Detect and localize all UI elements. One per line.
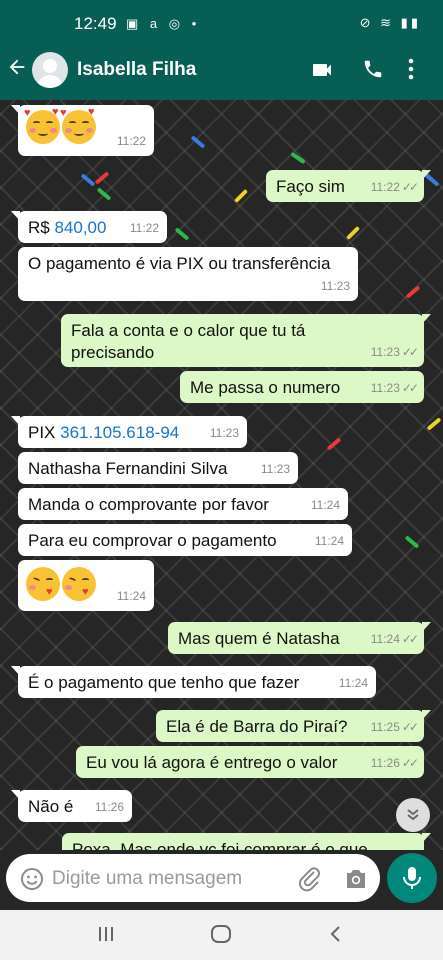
message-input-placeholder[interactable]: Digite uma mensagem — [52, 868, 242, 890]
emoji-icon[interactable] — [20, 867, 44, 896]
message-time: 11:24 — [338, 676, 368, 690]
wallpaper-confetti — [190, 135, 206, 149]
message-time: 11:24 — [314, 534, 344, 548]
incoming-message[interactable]: Para eu comprovar o pagamento 11:24 — [18, 524, 352, 556]
outgoing-message[interactable]: Fala a conta e o calor que tu tá precisa… — [61, 314, 431, 367]
incoming-message[interactable]: Manda o comprovante por favor 11:24 — [18, 488, 348, 520]
smiling-face-with-hearts-icon: ♥ ♥ — [60, 107, 96, 144]
incoming-emoji-message[interactable]: ♥ ♥ ♥ ♥ 11:22 — [11, 105, 154, 156]
message-text: Não é — [28, 797, 74, 816]
message-text: Nathasha Fernandini Silva — [28, 459, 228, 478]
message-text: Fala a conta e o calor que tu tá precisa… — [71, 321, 306, 362]
incoming-message[interactable]: É o pagamento que tenho que fazer 11:24 — [11, 666, 376, 698]
scroll-to-bottom-button[interactable] — [396, 798, 430, 832]
message-text: Poxa. Mas onde vc foi comprar é o que — [72, 840, 368, 850]
incoming-emoji-message[interactable]: ♥ ♥ 11:24 — [18, 560, 154, 611]
message-input[interactable]: Digite uma mensagem — [6, 854, 380, 902]
recent-apps-icon[interactable] — [97, 925, 115, 948]
face-blowing-a-kiss-icon: ♥ — [62, 567, 96, 601]
voice-message-button[interactable] — [387, 853, 437, 903]
outgoing-message[interactable]: Me passa o numero 11:23 ✓✓ — [180, 371, 424, 403]
wallpaper-confetti — [290, 151, 306, 165]
outgoing-message[interactable]: Mas quem é Natasha 11:24 ✓✓ — [168, 622, 431, 654]
incoming-message[interactable]: PIX 361.105.618-94 11:23 — [11, 416, 247, 448]
attach-clip-icon[interactable] — [298, 866, 322, 897]
message-text: Ela é de Barra do Piraí? — [166, 717, 348, 736]
message-time: 11:26 — [370, 756, 400, 770]
message-time: 11:23 — [320, 279, 350, 293]
wallpaper-confetti — [426, 417, 442, 431]
microphone-icon — [403, 867, 421, 889]
amount-link[interactable]: 840,00 — [54, 218, 106, 237]
read-receipt-icon: ✓✓ — [401, 381, 419, 395]
read-receipt-icon: ✓✓ — [401, 720, 419, 734]
incoming-message[interactable]: Nathasha Fernandini Silva 11:23 — [18, 452, 298, 484]
message-text: O pagamento é via PIX ou transferência — [28, 254, 331, 273]
message-composer: Digite uma mensagem — [0, 850, 443, 912]
wallpaper-confetti — [94, 171, 110, 185]
avatar[interactable] — [32, 52, 68, 88]
message-text: É o pagamento que tenho que fazer — [28, 673, 300, 692]
wallpaper-confetti — [404, 535, 420, 549]
message-text: PIX — [28, 423, 61, 442]
contact-name[interactable]: Isabella Filha — [77, 59, 196, 81]
pix-key-link[interactable]: 361.105.618-94 — [60, 423, 179, 442]
incoming-message[interactable]: R$ 840,00 11:22 — [11, 211, 167, 243]
message-time: 11:24 — [310, 498, 340, 512]
message-time: 11:23 — [209, 426, 239, 440]
wallpaper-confetti — [174, 227, 190, 241]
message-text: Manda o comprovante por favor — [28, 495, 269, 514]
message-text: R$ — [28, 218, 55, 237]
message-text: Eu vou lá agora é entrego o valor — [86, 753, 338, 772]
message-time: 11:24 — [370, 632, 400, 646]
notification-icons: ▣ a ◎ • — [126, 16, 201, 31]
back-arrow-icon[interactable] — [6, 54, 32, 84]
read-receipt-icon: ✓✓ — [401, 756, 419, 770]
chat-area[interactable]: ♥ ♥ ♥ ♥ 11:22 Faço sim 11:22 ✓✓ R$ 840,00 1… — [0, 100, 443, 850]
message-time: 11:23 — [370, 345, 400, 359]
system-status-icons: ⊘ ≋ ▮▮ — [359, 15, 421, 30]
read-receipt-icon: ✓✓ — [401, 345, 419, 359]
wallpaper-confetti — [345, 225, 361, 241]
more-options-icon[interactable] — [408, 58, 414, 82]
message-time: 11:23 — [370, 381, 400, 395]
message-time: 11:26 — [94, 800, 124, 814]
home-icon[interactable] — [210, 924, 232, 949]
wallpaper-confetti — [326, 437, 342, 451]
system-navigation-bar — [0, 910, 443, 960]
wallpaper-confetti — [405, 285, 421, 299]
read-receipt-icon: ✓✓ — [401, 180, 419, 194]
double-chevron-down-icon — [407, 809, 419, 821]
back-nav-icon[interactable] — [328, 925, 342, 948]
phone-call-icon[interactable] — [362, 58, 384, 82]
face-blowing-a-kiss-icon: ♥ — [26, 567, 60, 601]
message-text: Me passa o numero — [190, 378, 341, 397]
camera-icon[interactable] — [344, 868, 368, 895]
message-time: 11:22 — [129, 221, 159, 235]
message-text: Mas quem é Natasha — [178, 629, 340, 648]
status-time: 12:49 — [74, 14, 117, 33]
message-text: Faço sim — [276, 177, 345, 196]
chat-header: Isabella Filha — [0, 40, 443, 100]
wallpaper-confetti — [80, 173, 96, 187]
message-time: 11:24 — [116, 589, 146, 603]
wallpaper-confetti — [96, 187, 112, 201]
read-receipt-icon: ✓✓ — [401, 632, 419, 646]
incoming-message[interactable]: Não é 11:26 — [11, 790, 132, 822]
message-time: 11:22 — [370, 180, 400, 194]
message-time: 11:22 — [116, 134, 146, 148]
wallpaper-confetti — [233, 188, 249, 204]
video-call-icon[interactable] — [310, 58, 334, 82]
message-time: 11:23 — [260, 462, 290, 476]
smiling-face-with-hearts-icon: ♥ ♥ — [24, 107, 60, 144]
incoming-message[interactable]: O pagamento é via PIX ou transferência 1… — [18, 247, 358, 301]
message-text: Para eu comprovar o pagamento — [28, 531, 277, 550]
outgoing-message[interactable]: Faço sim 11:22 ✓✓ — [266, 170, 431, 202]
outgoing-message[interactable]: Ela é de Barra do Piraí? 11:25 ✓✓ — [156, 710, 431, 742]
outgoing-message[interactable]: Eu vou lá agora é entrego o valor 11:26 ✓… — [76, 746, 424, 778]
message-time: 11:25 — [370, 720, 400, 734]
outgoing-message[interactable]: Poxa. Mas onde vc foi comprar é o que — [62, 833, 431, 850]
